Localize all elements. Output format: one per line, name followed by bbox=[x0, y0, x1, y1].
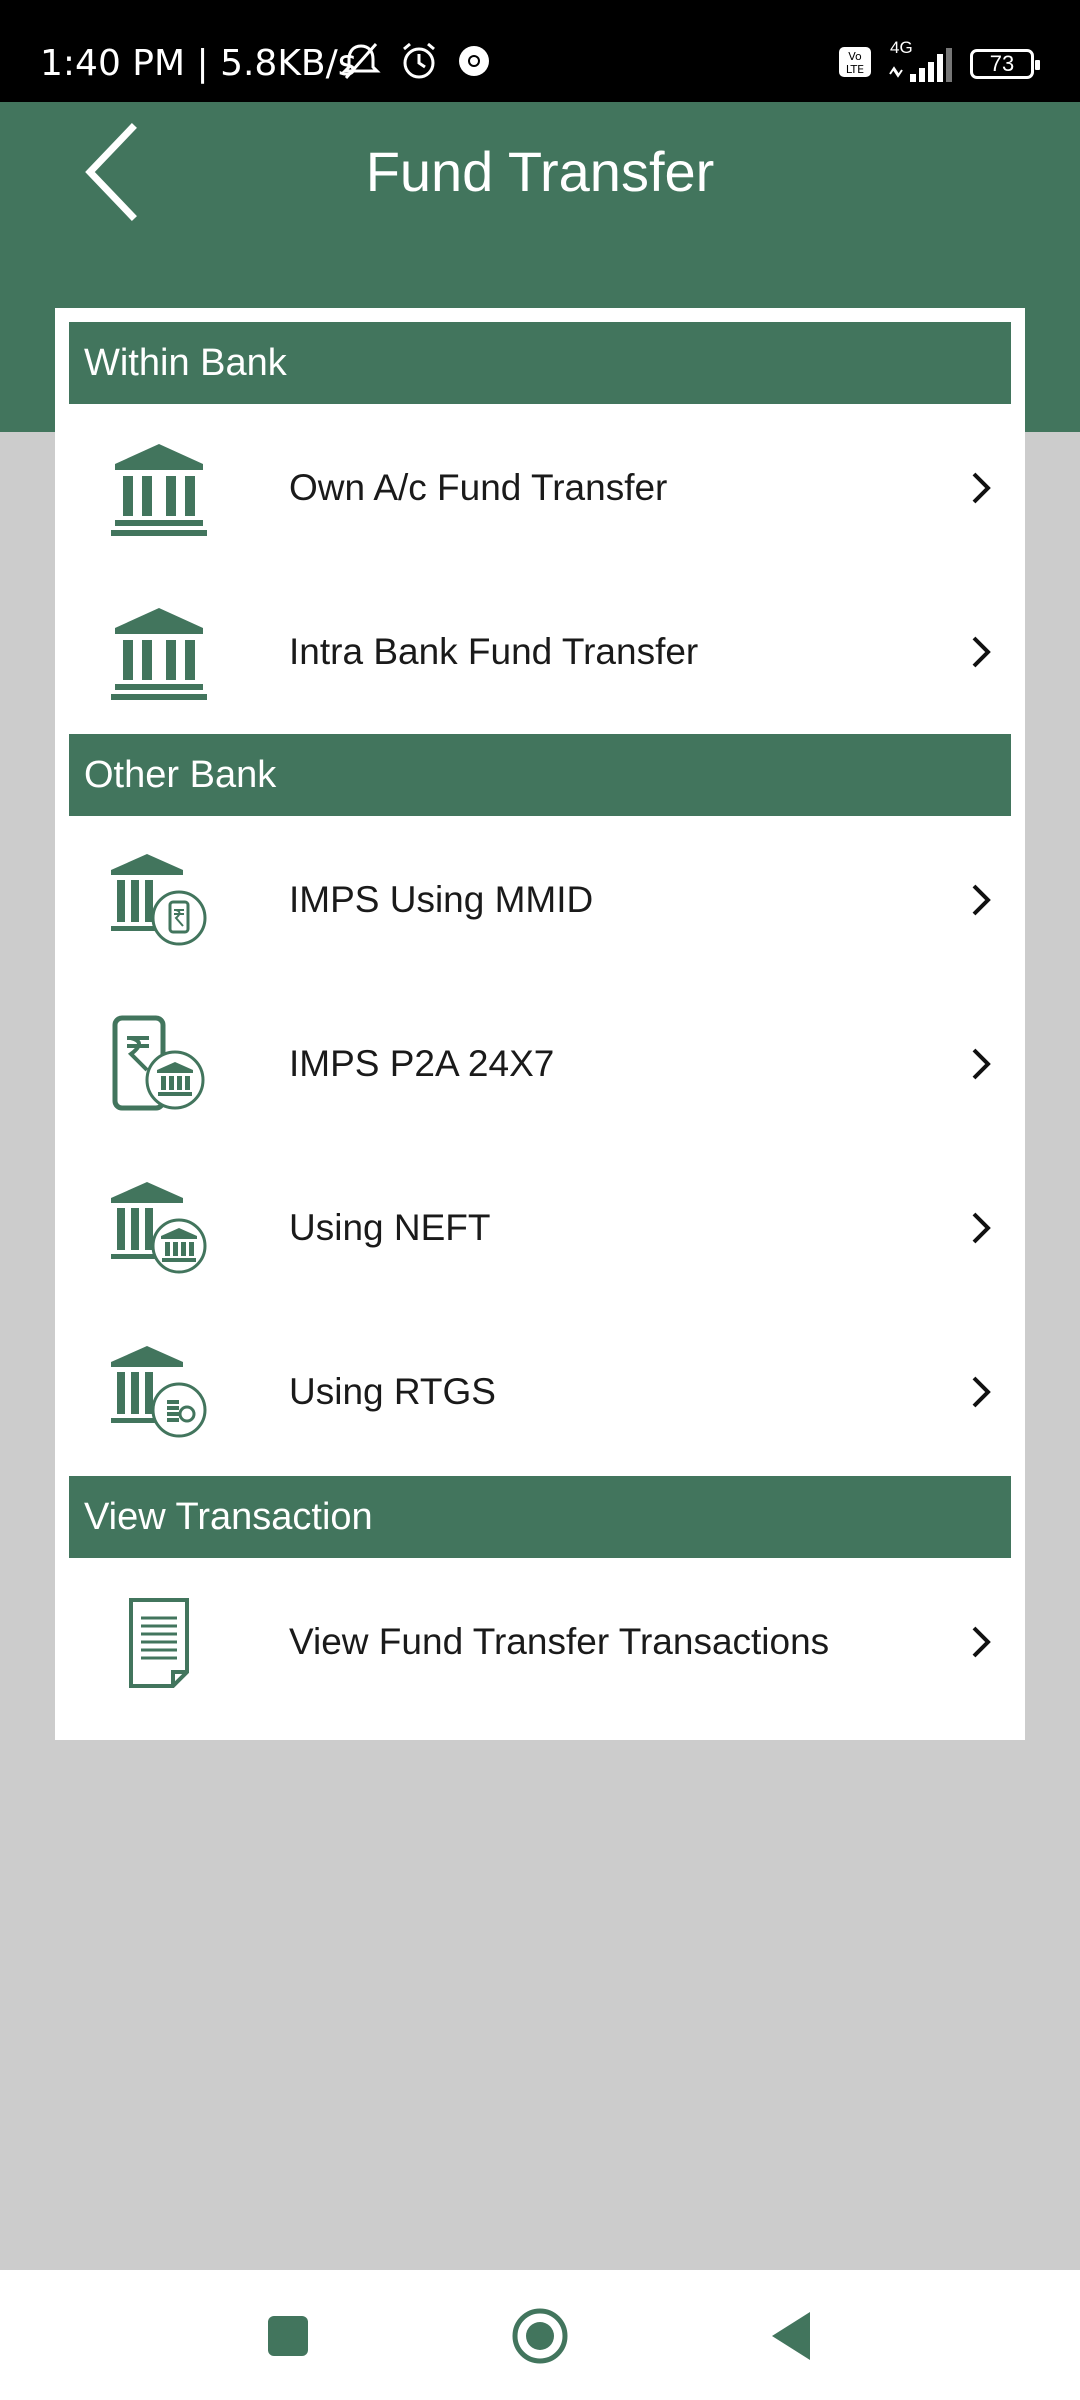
bank-transfer-icon bbox=[111, 1182, 207, 1274]
system-nav-bar bbox=[0, 2270, 1080, 2400]
bank-mobile-rupee-icon bbox=[111, 854, 207, 946]
battery-icon: 73 bbox=[970, 49, 1040, 79]
volte-icon: Vo LTE bbox=[838, 46, 872, 83]
menu-item-intra-bank-transfer[interactable]: Intra Bank Fund Transfer bbox=[69, 570, 1011, 734]
menu-item-label: View Fund Transfer Transactions bbox=[289, 1621, 830, 1662]
page-title: Fund Transfer bbox=[365, 140, 715, 203]
signal-icon: 4G bbox=[886, 38, 956, 84]
status-notification-icons bbox=[340, 40, 492, 86]
svg-text:LTE: LTE bbox=[846, 63, 864, 76]
status-system-icons: Vo LTE 4G 73 bbox=[838, 38, 1040, 86]
chevron-right-icon bbox=[972, 636, 991, 668]
chevron-right-icon bbox=[972, 472, 991, 504]
alarm-clock-icon bbox=[398, 40, 440, 87]
fund-transfer-menu: Within Bank Own A/c Fund Transfer Intra … bbox=[55, 308, 1025, 1740]
chevron-right-icon bbox=[972, 1212, 991, 1244]
recents-square-icon bbox=[268, 2316, 308, 2356]
menu-item-imps-mmid[interactable]: IMPS Using MMID bbox=[69, 818, 1011, 982]
menu-item-label: Using NEFT bbox=[289, 1207, 491, 1248]
back-triangle-icon bbox=[772, 2312, 810, 2360]
section-header-within-bank: Within Bank bbox=[69, 322, 1011, 404]
chevron-right-icon bbox=[972, 884, 991, 916]
menu-item-rtgs[interactable]: Using RTGS bbox=[69, 1310, 1011, 1474]
section-header-other-bank: Other Bank bbox=[69, 734, 1011, 816]
chrome-icon bbox=[456, 43, 492, 84]
battery-level: 73 bbox=[989, 51, 1015, 76]
bank-icon bbox=[111, 444, 207, 536]
back-nav-button[interactable] bbox=[752, 2300, 832, 2372]
menu-item-label: Intra Bank Fund Transfer bbox=[289, 631, 699, 672]
chevron-right-icon bbox=[972, 1626, 991, 1658]
chevron-right-icon bbox=[972, 1376, 991, 1408]
bank-icon bbox=[111, 608, 207, 700]
menu-item-label: IMPS P2A 24X7 bbox=[289, 1043, 555, 1084]
recents-button[interactable] bbox=[248, 2300, 328, 2372]
muted-alarm-icon bbox=[340, 40, 382, 87]
menu-item-label: Own A/c Fund Transfer bbox=[289, 467, 668, 508]
menu-item-own-account-transfer[interactable]: Own A/c Fund Transfer bbox=[69, 406, 1011, 570]
status-time: 1:40 PM | 5.8KB/s bbox=[40, 43, 357, 84]
svg-text:Vo: Vo bbox=[848, 50, 862, 63]
bank-coins-icon bbox=[111, 1346, 207, 1438]
home-circle-icon bbox=[512, 2308, 568, 2364]
home-button[interactable] bbox=[500, 2300, 580, 2372]
menu-item-view-transactions[interactable]: View Fund Transfer Transactions bbox=[69, 1560, 1011, 1724]
menu-item-label: IMPS Using MMID bbox=[289, 879, 594, 920]
chevron-right-icon bbox=[972, 1048, 991, 1080]
menu-item-neft[interactable]: Using NEFT bbox=[69, 1146, 1011, 1310]
section-header-view-transaction: View Transaction bbox=[69, 1476, 1011, 1558]
menu-item-label: Using RTGS bbox=[289, 1371, 496, 1412]
document-icon bbox=[129, 1598, 189, 1688]
menu-item-imps-p2a[interactable]: IMPS P2A 24X7 bbox=[69, 982, 1011, 1146]
status-bar: 1:40 PM | 5.8KB/s Vo LTE 4G 73 bbox=[0, 0, 1080, 102]
mobile-rupee-bank-icon bbox=[112, 1015, 205, 1111]
